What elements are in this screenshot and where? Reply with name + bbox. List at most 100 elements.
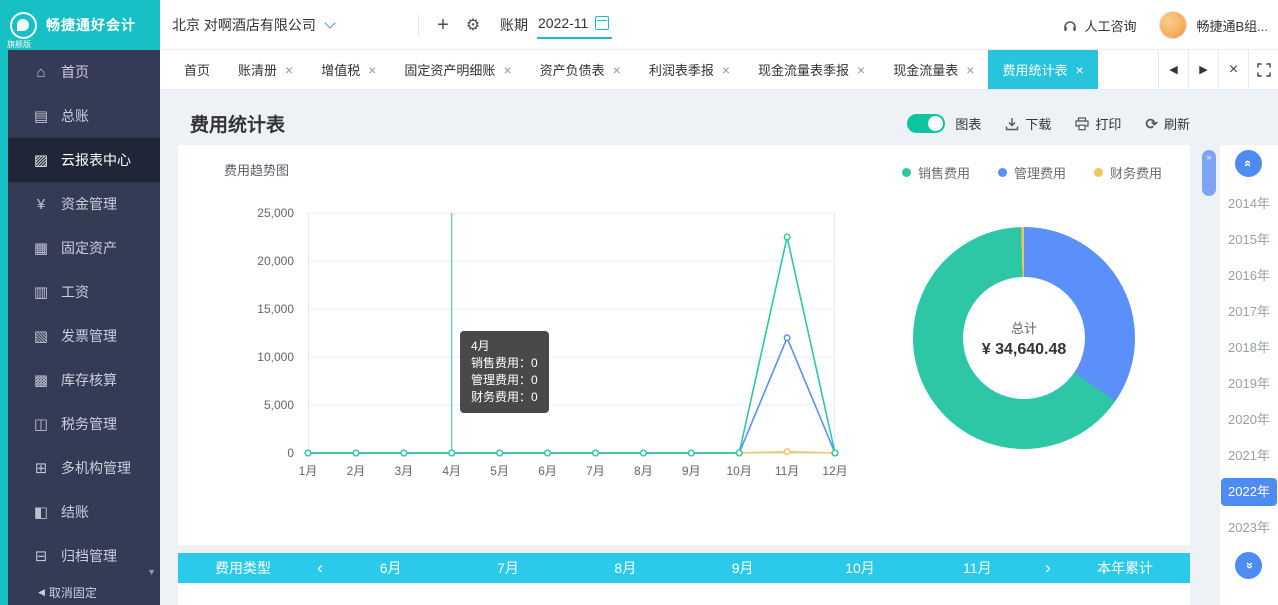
app-logo-icon <box>10 12 37 39</box>
year-item[interactable]: 2019年 <box>1221 370 1277 398</box>
legend-finance[interactable]: 财务费用 <box>1094 163 1162 182</box>
tab-close-icon[interactable]: × <box>857 62 865 78</box>
print-button[interactable]: 打印 <box>1075 114 1121 133</box>
period-picker[interactable]: 2022-11 <box>537 12 612 39</box>
refresh-button[interactable]: ⟳ 刷新 <box>1145 114 1190 133</box>
legend-label: 销售费用 <box>918 163 970 182</box>
tab-close-icon[interactable]: × <box>368 62 376 78</box>
x-tick-label: 6月 <box>538 462 557 479</box>
sidebar-item-ledger[interactable]: ▤ 总账 <box>8 94 160 138</box>
year-scroll-up-button[interactable]: « <box>1235 150 1262 177</box>
headset-icon <box>1062 18 1078 33</box>
tab-income-quarter[interactable]: 利润表季报× <box>635 50 744 89</box>
sidebar-item-home[interactable]: ⌂ 首页 <box>8 50 160 94</box>
year-item[interactable]: 2018年 <box>1221 334 1277 362</box>
salary-icon: ▥ <box>32 283 50 301</box>
tabs-close-button[interactable]: × <box>1218 50 1248 89</box>
y-axis-labels: 25,00020,00015,00010,0005,0000 <box>224 213 304 453</box>
sidebar-item-multi-org[interactable]: ⊞ 多机构管理 <box>8 446 160 490</box>
tab-home[interactable]: 首页 <box>170 50 224 89</box>
legend-admin[interactable]: 管理费用 <box>998 163 1066 182</box>
tab-scroll-right-button[interactable]: ▶ <box>1188 50 1218 89</box>
tab-expense-stats[interactable]: 费用统计表× <box>988 50 1097 89</box>
sidebar-item-label: 首页 <box>61 62 89 82</box>
sidebar-item-tax[interactable]: ◫ 税务管理 <box>8 402 160 446</box>
tab-list: 首页 账清册× 增值税× 固定资产明细账× 资产负债表× 利润表季报× 现金流量… <box>160 50 1158 89</box>
column-month[interactable]: 7月 <box>449 558 566 578</box>
tab-scroll-left-button[interactable]: ◀ <box>1158 50 1188 89</box>
y-tick-label: 15,000 <box>257 302 294 316</box>
year-scroll-down-button[interactable]: « <box>1235 552 1262 579</box>
sidebar-item-fixed-assets[interactable]: ▦ 固定资产 <box>8 226 160 270</box>
table-prev-button[interactable]: ‹ <box>308 554 332 582</box>
chart-toggle[interactable] <box>907 114 945 133</box>
sidebar-item-label: 工资 <box>61 282 89 302</box>
year-item[interactable]: 2017年 <box>1221 298 1277 326</box>
tab-close-icon[interactable]: × <box>503 62 511 78</box>
sidebar-accent-strip <box>0 50 8 605</box>
tab-fixed-asset-detail[interactable]: 固定资产明细账× <box>390 50 525 89</box>
tab-close-icon[interactable]: × <box>285 62 293 78</box>
panel-collapse-handle[interactable]: » <box>1202 150 1216 196</box>
donut-total-value: ¥ 34,640.48 <box>982 341 1067 359</box>
year-list: 2014年 2015年 2016年 2017年 2018年 2019年 2020… <box>1220 190 1278 542</box>
sidebar-item-funds[interactable]: ¥ 资金管理 <box>8 182 160 226</box>
chart-tooltip: 4月 销售费用：0 管理费用：0 财务费用：0 <box>460 331 549 413</box>
x-tick-label: 7月 <box>586 462 605 479</box>
legend-sales[interactable]: 销售费用 <box>902 163 970 182</box>
ledger-icon: ▤ <box>32 107 50 125</box>
tab-qingce[interactable]: 账清册× <box>224 50 307 89</box>
plus-icon: + <box>437 14 449 37</box>
sidebar-item-invoice[interactable]: ▧ 发票管理 <box>8 314 160 358</box>
sidebar-item-archive[interactable]: ⊟ 归档管理 <box>8 534 160 578</box>
support-button[interactable]: 人工咨询 <box>1062 16 1136 35</box>
column-month[interactable]: 11月 <box>919 558 1036 578</box>
invoice-icon: ▧ <box>32 327 50 345</box>
support-label: 人工咨询 <box>1084 16 1136 35</box>
tab-balance-sheet[interactable]: 资产负债表× <box>526 50 635 89</box>
user-avatar[interactable] <box>1159 11 1187 39</box>
tab-close-icon[interactable]: × <box>1075 62 1083 78</box>
year-item-active[interactable]: 2022年 <box>1221 478 1277 506</box>
gear-icon: ⚙ <box>466 15 480 35</box>
sidebar-item-inventory[interactable]: ▩ 库存核算 <box>8 358 160 402</box>
settings-button[interactable]: ⚙ <box>458 0 488 50</box>
closing-icon: ◧ <box>32 503 50 521</box>
trend-chart: 25,00020,00015,00010,0005,0000 1月2月3月4月5… <box>308 213 835 453</box>
tab-cashflow-quarter[interactable]: 现金流量表季报× <box>744 50 879 89</box>
new-tab-button[interactable]: + <box>428 0 458 50</box>
year-item[interactable]: 2021年 <box>1221 442 1277 470</box>
refresh-icon: ⟳ <box>1145 115 1158 133</box>
company-select[interactable]: 北京 对啊酒店有限公司 <box>172 0 334 50</box>
sidebar-item-cloud-reports[interactable]: ▨ 云报表中心 <box>8 138 160 182</box>
year-item[interactable]: 2016年 <box>1221 262 1277 290</box>
tab-close-icon[interactable]: × <box>722 62 730 78</box>
column-month[interactable]: 6月 <box>332 558 449 578</box>
tax-icon: ◫ <box>32 415 50 433</box>
tab-vat[interactable]: 增值税× <box>307 50 390 89</box>
sidebar: ⌂ 首页 ▤ 总账 ▨ 云报表中心 ¥ 资金管理 ▦ 固定资产 ▥ 工资 ▧ 发… <box>8 50 160 605</box>
tab-close-icon[interactable]: × <box>966 62 974 78</box>
sidebar-item-payroll[interactable]: ▥ 工资 <box>8 270 160 314</box>
sidebar-item-closing[interactable]: ◧ 结账 <box>8 490 160 534</box>
download-button[interactable]: 下载 <box>1005 114 1051 133</box>
org-icon: ⊞ <box>32 459 50 477</box>
column-month[interactable]: 9月 <box>684 558 801 578</box>
chart-legend: 销售费用 管理费用 财务费用 <box>902 163 1162 182</box>
legend-finance-dot <box>1094 168 1103 177</box>
unpin-sidebar-button[interactable]: ◀ 取消固定 <box>8 579 160 605</box>
column-month[interactable]: 10月 <box>801 558 918 578</box>
column-year-total: 本年累计 <box>1060 558 1190 578</box>
year-item[interactable]: 2015年 <box>1221 226 1277 254</box>
table-next-button[interactable]: › <box>1036 554 1060 582</box>
download-label: 下载 <box>1025 114 1051 133</box>
year-item[interactable]: 2014年 <box>1221 190 1277 218</box>
period-label: 账期 <box>500 0 528 50</box>
year-item[interactable]: 2020年 <box>1221 406 1277 434</box>
tab-cashflow[interactable]: 现金流量表× <box>879 50 988 89</box>
year-item[interactable]: 2023年 <box>1221 514 1277 542</box>
tab-close-icon[interactable]: × <box>613 62 621 78</box>
column-month[interactable]: 8月 <box>567 558 684 578</box>
tab-fullscreen-button[interactable] <box>1248 50 1278 89</box>
x-tick-label: 10月 <box>726 462 751 479</box>
